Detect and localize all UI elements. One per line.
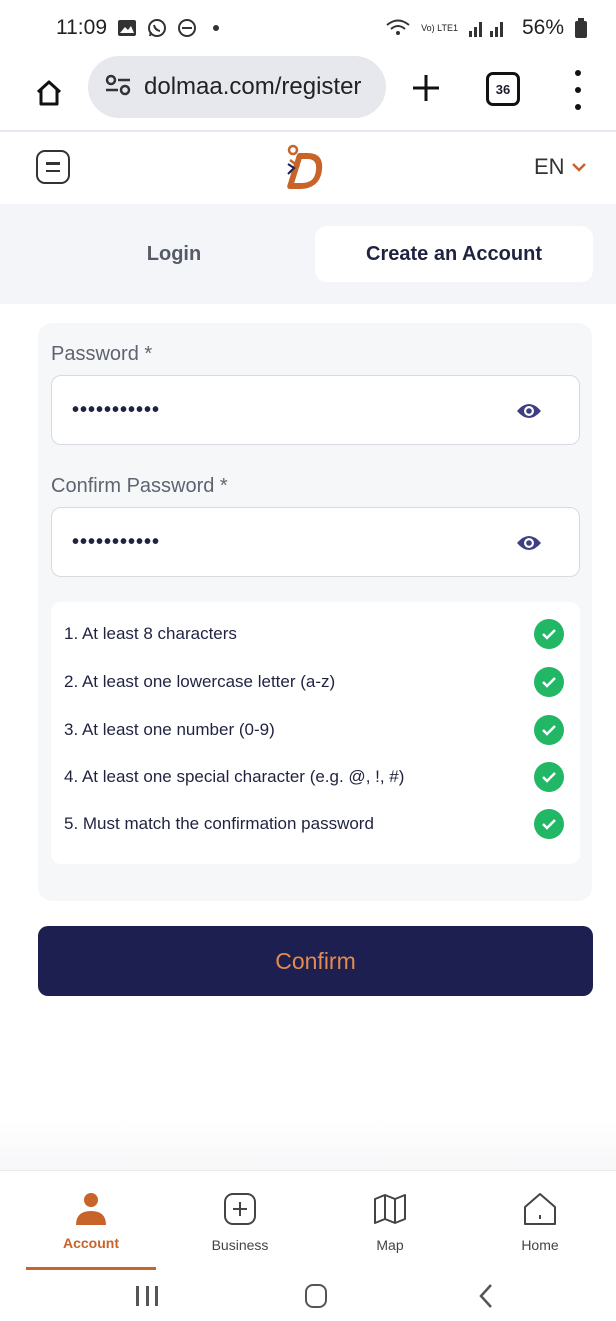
dnd-icon <box>177 18 197 38</box>
confirm-password-field[interactable]: ••••••••••• <box>51 507 580 577</box>
battery-icon <box>574 18 588 38</box>
recents-bar-icon <box>136 1286 139 1306</box>
confirm-button[interactable]: Confirm <box>38 926 593 996</box>
confirm-password-label: Confirm Password * <box>51 475 228 497</box>
wifi-icon <box>385 18 411 38</box>
menu-dot-icon <box>575 104 581 110</box>
signal-icon <box>468 19 512 37</box>
nav-shadow <box>0 1120 616 1170</box>
tab-create-account[interactable]: Create an Account <box>315 226 593 282</box>
plus-icon <box>413 75 439 101</box>
back-chevron-icon <box>479 1284 492 1308</box>
registration-form: Password * ••••••••••• Confirm Password … <box>38 323 592 901</box>
confirm-password-value: ••••••••••• <box>72 530 161 553</box>
requirement-item: 1. At least 8 characters <box>64 619 564 649</box>
recents-bar-icon <box>145 1286 149 1306</box>
nav-home[interactable]: Home <box>475 1171 605 1271</box>
requirement-text: 2. At least one lowercase letter (a-z) <box>64 672 336 691</box>
browser-home-button[interactable] <box>30 74 68 112</box>
password-field[interactable]: ••••••••••• <box>51 375 580 445</box>
system-nav-bar <box>0 1270 616 1321</box>
gallery-notification-icon <box>117 19 137 37</box>
nav-label: Account <box>63 1235 119 1251</box>
check-circle-icon <box>534 809 564 839</box>
tab-count: 36 <box>495 81 511 97</box>
show-password-button[interactable] <box>515 398 543 424</box>
person-icon <box>73 1191 109 1227</box>
requirement-item: 5. Must match the confirmation password <box>64 809 564 839</box>
nav-label: Home <box>521 1237 559 1253</box>
menu-line-icon <box>46 162 60 165</box>
dolmaa-logo[interactable] <box>284 142 330 190</box>
language-label: EN <box>534 154 565 179</box>
password-label: Password * <box>51 343 153 365</box>
site-settings-icon[interactable] <box>104 73 132 102</box>
tab-login[interactable]: Login <box>34 226 314 282</box>
address-bar[interactable]: dolmaa.com/register <box>88 56 386 118</box>
requirement-text: 1. At least 8 characters <box>64 624 237 643</box>
nav-label: Business <box>211 1237 269 1253</box>
menu-dot-icon <box>575 70 581 76</box>
system-back-button[interactable] <box>476 1282 496 1310</box>
auth-tabs: Login Create an Account <box>0 204 616 304</box>
battery-percent: 56% <box>521 16 564 39</box>
home-outline-icon <box>36 80 62 106</box>
eye-icon <box>517 404 541 418</box>
new-tab-button[interactable] <box>404 66 448 110</box>
password-value: ••••••••••• <box>72 398 161 421</box>
check-circle-icon <box>534 715 564 745</box>
nav-map[interactable]: Map <box>325 1171 455 1271</box>
app-header: EN <box>0 132 616 204</box>
requirement-item: 3. At least one number (0-9) <box>64 715 564 745</box>
recents-bar-icon <box>155 1286 158 1306</box>
bottom-nav: Account Business Map Home <box>0 1170 616 1270</box>
show-confirm-password-button[interactable] <box>515 530 543 556</box>
menu-button[interactable] <box>36 150 70 184</box>
status-time: 11:09 <box>56 16 107 39</box>
logo-icon <box>287 144 323 189</box>
url-text: dolmaa.com/register <box>144 73 362 100</box>
browser-menu-button[interactable] <box>566 70 590 110</box>
whatsapp-notification-icon <box>147 18 167 38</box>
requirement-item: 2. At least one lowercase letter (a-z) <box>64 667 564 697</box>
more-notifications-dot-icon <box>213 25 219 31</box>
browser-toolbar: dolmaa.com/register 36 <box>0 56 616 130</box>
system-home-button[interactable] <box>305 1284 327 1308</box>
password-requirements: 1. At least 8 characters 2. At least one… <box>51 602 580 864</box>
home-icon <box>522 1191 558 1227</box>
tab-switcher-button[interactable]: 36 <box>486 72 520 106</box>
status-left: 11:09 <box>56 16 219 40</box>
requirement-text: 4. At least one special character (e.g. … <box>64 767 405 786</box>
nav-label: Map <box>376 1237 404 1253</box>
requirement-item: 4. At least one special character (e.g. … <box>64 762 564 792</box>
nav-business[interactable]: Business <box>175 1171 305 1271</box>
menu-line-icon <box>46 169 60 172</box>
menu-dot-icon <box>575 87 581 93</box>
requirement-text: 5. Must match the confirmation password <box>64 814 374 833</box>
chevron-down-icon <box>571 163 586 172</box>
check-circle-icon <box>534 667 564 697</box>
check-circle-icon <box>534 762 564 792</box>
status-right: Vo) LTE1 56% <box>385 16 588 40</box>
check-circle-icon <box>534 619 564 649</box>
map-icon <box>372 1191 408 1227</box>
plus-square-icon <box>222 1191 258 1227</box>
recents-button[interactable] <box>136 1286 158 1306</box>
requirement-text: 3. At least one number (0-9) <box>64 720 275 739</box>
language-selector[interactable]: EN <box>534 154 587 180</box>
eye-icon <box>517 536 541 550</box>
status-bar: 11:09 Vo) LTE1 56% <box>0 0 616 56</box>
nav-account[interactable]: Account <box>26 1171 156 1271</box>
lte-icon: Vo) LTE1 <box>421 22 458 33</box>
